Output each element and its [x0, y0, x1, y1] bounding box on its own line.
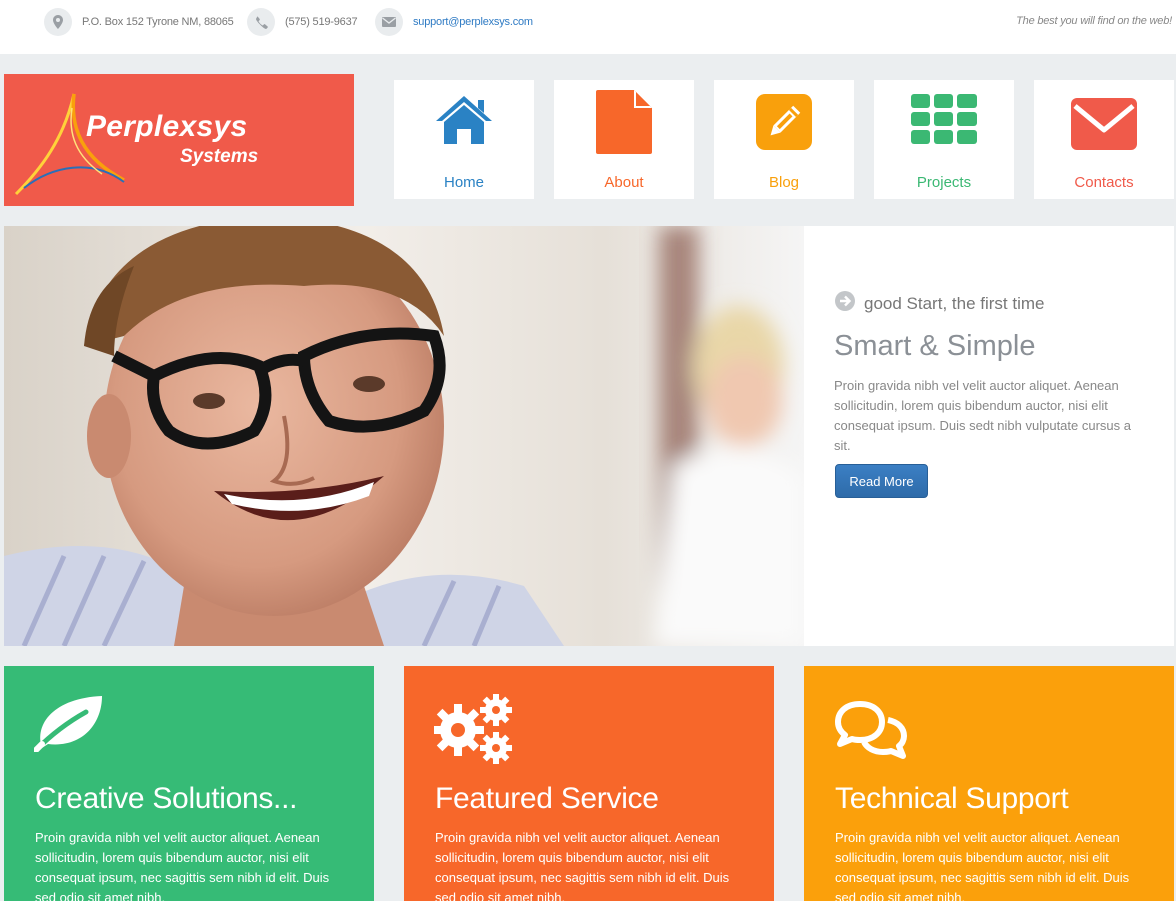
nav-item-contacts[interactable]: Contacts: [1034, 80, 1174, 199]
envelope-icon: [375, 8, 403, 36]
home-icon: [394, 94, 534, 146]
nav-label-about: About: [604, 174, 644, 191]
address-text: P.O. Box 152 Tyrone NM, 88065: [82, 16, 234, 28]
feature-title: Technical Support: [835, 782, 1069, 815]
hero-panel: good Start, the first time Smart & Simpl…: [804, 226, 1174, 646]
hero-subtitle: good Start, the first time: [834, 290, 1044, 317]
top-bar: P.O. Box 152 Tyrone NM, 88065 (575) 519-…: [0, 0, 1176, 54]
document-icon: [554, 90, 694, 154]
feature-body: Proin gravida nibh vel velit auctor aliq…: [435, 830, 730, 901]
nav-label-projects: Projects: [916, 174, 972, 191]
feature-card-creative[interactable]: Creative Solutions... Proin gravida nibh…: [4, 666, 374, 901]
chat-bubbles-icon: [834, 700, 908, 765]
logo-subtitle: Systems: [180, 146, 259, 167]
hero-body: Proin gravida nibh vel velit auctor aliq…: [834, 378, 1132, 453]
arrow-circle-right-icon: [834, 290, 856, 317]
address-item: P.O. Box 152 Tyrone NM, 88065: [44, 8, 234, 36]
nav-label-blog: Blog: [768, 174, 800, 191]
nav-item-home[interactable]: Home: [394, 80, 534, 199]
logo-title: Perplexsys: [86, 110, 248, 143]
pencil-icon: [714, 94, 854, 150]
leaf-icon: [33, 694, 106, 757]
nav-item-about[interactable]: About: [554, 80, 694, 199]
phone-icon: [247, 8, 275, 36]
feature-body: Proin gravida nibh vel velit auctor aliq…: [835, 830, 1130, 901]
read-more-button[interactable]: Read More: [835, 464, 928, 498]
tagline: The best you will find on the web!: [1016, 15, 1172, 27]
feature-title: Featured Service: [435, 782, 659, 815]
nav-item-projects[interactable]: Projects: [874, 80, 1014, 199]
site-logo[interactable]: Perplexsys Systems: [4, 74, 354, 206]
mail-icon: [1034, 98, 1174, 150]
nav-item-blog[interactable]: Blog: [714, 80, 854, 199]
email-link[interactable]: support@perplexsys.com: [413, 16, 533, 28]
nav-label-home: Home: [443, 174, 484, 191]
email-item[interactable]: support@perplexsys.com: [375, 8, 533, 36]
nav-label-contacts: Contacts: [1074, 174, 1134, 191]
hero-subtitle-text: good Start, the first time: [864, 293, 1045, 313]
hero-title: Smart & Simple: [834, 330, 1036, 362]
feature-card-support[interactable]: Technical Support Proin gravida nibh vel…: [804, 666, 1174, 901]
phone-item: (575) 519-9637: [247, 8, 358, 36]
map-pin-icon: [44, 8, 72, 36]
grid-icon: [874, 94, 1014, 146]
phone-text: (575) 519-9637: [285, 16, 358, 28]
hero-image: [4, 226, 804, 646]
gears-icon: [432, 694, 514, 769]
feature-card-service[interactable]: Featured Service Proin gravida nibh vel …: [404, 666, 774, 901]
feature-body: Proin gravida nibh vel velit auctor aliq…: [35, 830, 330, 901]
feature-title: Creative Solutions...: [35, 782, 298, 815]
